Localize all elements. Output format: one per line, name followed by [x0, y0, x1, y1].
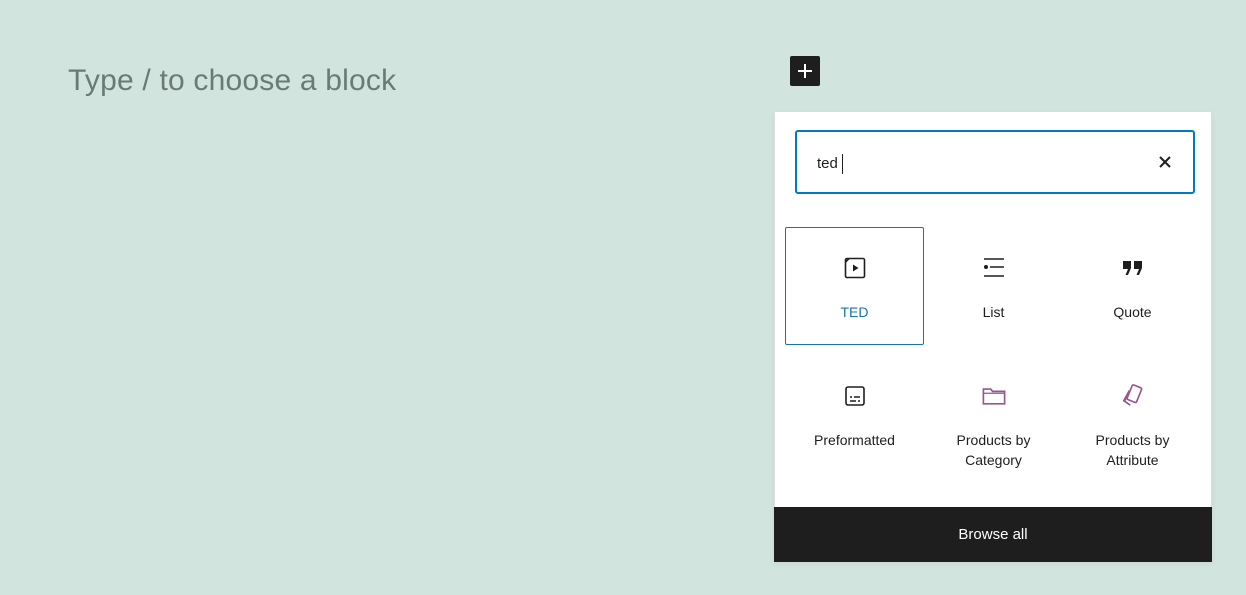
block-item-label: TED	[840, 304, 869, 320]
block-item-products-by-attribute[interactable]: Products by Attribute	[1063, 355, 1202, 483]
block-item-label: Products by Attribute	[1095, 432, 1170, 468]
block-placeholder[interactable]: Type / to choose a block	[68, 64, 396, 98]
plus-icon	[798, 64, 812, 78]
block-item-label: Quote	[1113, 304, 1152, 320]
quote-icon	[1121, 256, 1145, 280]
close-icon	[1159, 156, 1171, 168]
folder-icon	[982, 384, 1006, 408]
embed-video-icon	[843, 256, 867, 280]
block-item-list[interactable]: List	[924, 227, 1063, 355]
preformatted-icon	[843, 384, 867, 408]
block-item-quote[interactable]: Quote	[1063, 227, 1202, 355]
block-search-input[interactable]	[817, 152, 1137, 174]
browse-all-button[interactable]: Browse all	[774, 507, 1212, 562]
list-icon	[982, 256, 1006, 280]
block-inserter-popover: TED List Quote	[774, 111, 1212, 562]
block-item-label: Products by Category	[956, 432, 1031, 468]
block-item-label: List	[982, 304, 1005, 320]
tags-icon	[1121, 384, 1145, 408]
block-item-products-by-category[interactable]: Products by Category	[924, 355, 1063, 483]
block-inserter-toggle-button[interactable]	[790, 56, 820, 86]
block-search-field[interactable]	[795, 130, 1195, 194]
block-item-label: Preformatted	[814, 432, 895, 448]
text-caret	[842, 154, 843, 174]
clear-search-button[interactable]	[1153, 150, 1177, 174]
block-results-grid: TED List Quote Preformatted Products by …	[785, 227, 1202, 483]
block-item-ted[interactable]: TED	[785, 227, 924, 345]
block-item-preformatted[interactable]: Preformatted	[785, 355, 924, 483]
